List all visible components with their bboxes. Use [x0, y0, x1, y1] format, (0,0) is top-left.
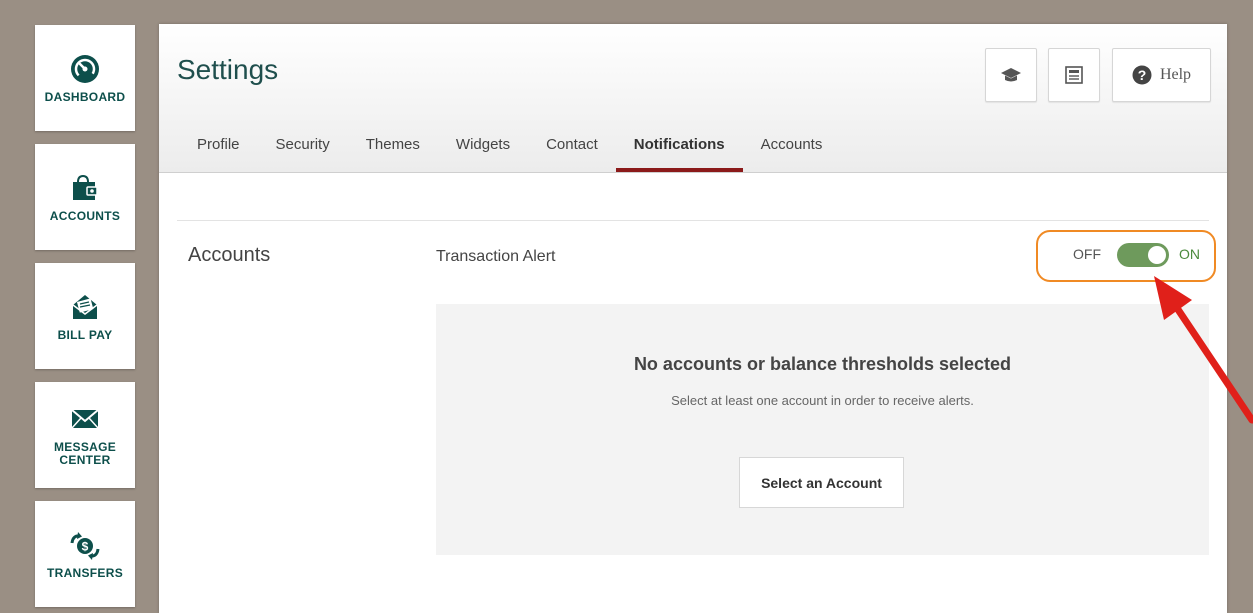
- news-button[interactable]: [1048, 48, 1100, 102]
- tutorial-button[interactable]: [985, 48, 1037, 102]
- graduation-cap-icon: [1001, 68, 1021, 82]
- nav-accounts[interactable]: ACCOUNTS: [35, 144, 135, 250]
- settings-panel: Settings ? Help Profile Security Themes …: [159, 24, 1227, 613]
- page-title: Settings: [177, 54, 279, 85]
- empty-state-description: Select at least one account in order to …: [671, 393, 974, 408]
- help-button[interactable]: ? Help: [1112, 48, 1211, 102]
- empty-state-box: No accounts or balance thresholds select…: [436, 304, 1209, 555]
- tab-security[interactable]: Security: [258, 135, 348, 172]
- tab-themes[interactable]: Themes: [348, 135, 438, 172]
- nav-label: MESSAGE CENTER: [53, 440, 117, 467]
- mail-icon: [71, 409, 99, 429]
- help-label: Help: [1159, 66, 1192, 83]
- settings-tabs: Profile Security Themes Widgets Contact …: [179, 135, 840, 172]
- dashboard-gauge-icon: [71, 54, 99, 83]
- tab-profile[interactable]: Profile: [179, 135, 258, 172]
- empty-state-title: No accounts or balance thresholds select…: [633, 354, 1012, 374]
- toggle-off-label: OFF: [1073, 246, 1101, 262]
- nav-label: BILL PAY: [57, 327, 113, 342]
- svg-text:$: $: [82, 539, 89, 553]
- nav-label: ACCOUNTS: [49, 208, 121, 223]
- section-divider: [177, 220, 1209, 221]
- svg-text:?: ?: [1138, 67, 1147, 83]
- nav-label: DASHBOARD: [44, 89, 126, 104]
- wallet-icon: [73, 174, 98, 200]
- section-title: Accounts: [188, 244, 271, 266]
- tab-widgets[interactable]: Widgets: [438, 135, 528, 172]
- nav-message-center[interactable]: MESSAGE CENTER: [35, 382, 135, 488]
- nav-transfers[interactable]: $ TRANSFERS: [35, 501, 135, 607]
- tab-contact[interactable]: Contact: [528, 135, 616, 172]
- toggle-on-label: ON: [1179, 246, 1200, 262]
- tab-accounts[interactable]: Accounts: [743, 135, 841, 172]
- envelope-check-icon: [72, 294, 98, 319]
- nav-dashboard[interactable]: DASHBOARD: [35, 25, 135, 131]
- panel-header: Settings ? Help Profile Security Themes …: [159, 24, 1227, 173]
- nav-bill-pay[interactable]: BILL PAY: [35, 263, 135, 369]
- tab-notifications[interactable]: Notifications: [615, 135, 743, 172]
- help-icon: ?: [1132, 65, 1152, 85]
- dollar-transfer-icon: $: [70, 531, 100, 560]
- toggle-knob: [1148, 246, 1166, 264]
- nav-label: TRANSFERS: [46, 565, 124, 580]
- transaction-alert-label: Transaction Alert: [436, 248, 556, 265]
- transaction-alert-toggle[interactable]: [1117, 243, 1169, 267]
- newspaper-icon: [1065, 66, 1083, 84]
- annotation-arrow-icon: [1154, 276, 1253, 424]
- select-account-button[interactable]: Select an Account: [739, 457, 904, 508]
